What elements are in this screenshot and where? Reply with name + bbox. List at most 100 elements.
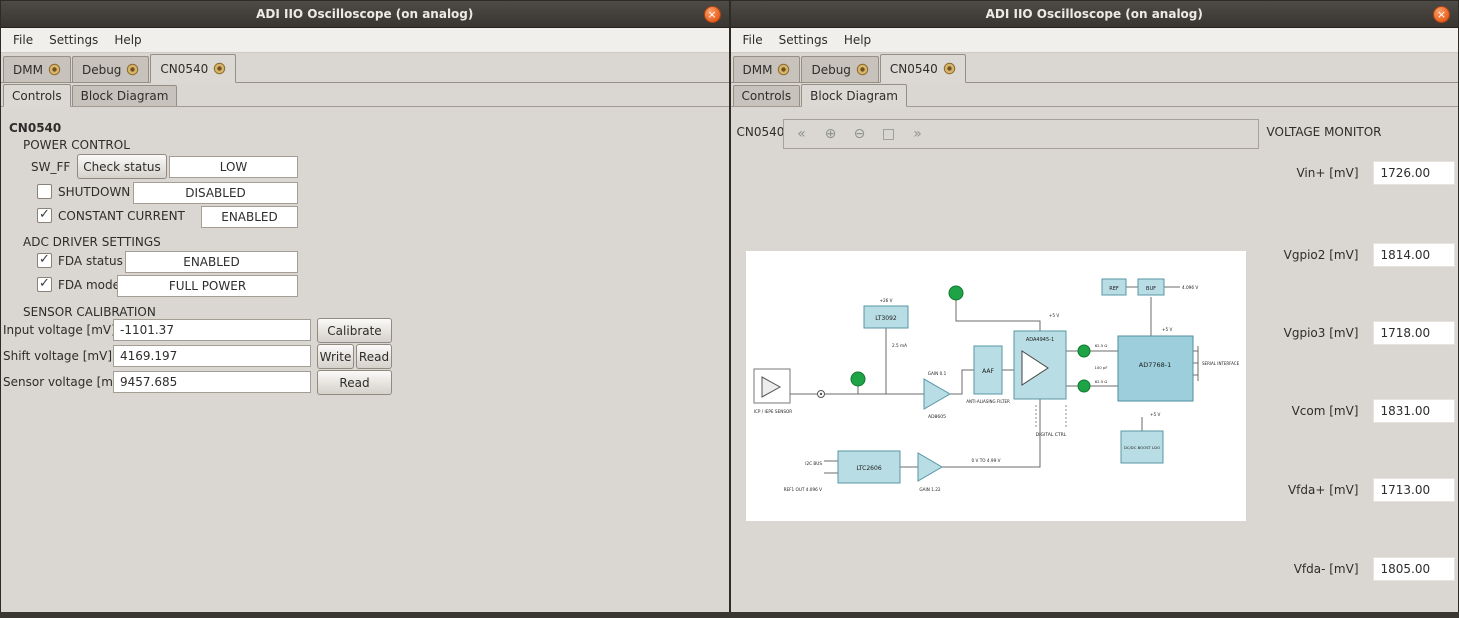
- vref-out-label: 4.096 V: [1182, 285, 1198, 290]
- sensor-voltage-label: Sensor voltage [mV]: [3, 375, 126, 389]
- menu-settings[interactable]: Settings: [771, 28, 836, 52]
- oscilloscope-tab-icon: [777, 63, 790, 76]
- ref1-out-label: REF1 OUT 4.096 V: [783, 487, 822, 492]
- shift-voltage-label: Shift voltage [mV]: [3, 349, 113, 363]
- vin-plus-label: Vin+ [mV]: [1296, 166, 1359, 180]
- vcom-value: 1831.00: [1372, 399, 1455, 423]
- diagram-toolbar: « ⊕ ⊖ □ »: [782, 119, 1259, 149]
- oscilloscope-tab-icon: [213, 62, 226, 75]
- tab-label: DMM: [13, 62, 43, 77]
- fda-mode-value-field: FULL POWER: [117, 275, 298, 297]
- write-button[interactable]: Write: [317, 344, 354, 369]
- ltc2606-block: LTC2606 I2C BUS REF1 OUT 4.096 V: [783, 450, 900, 492]
- controls-panel: CN0540 POWER CONTROL SW_FF Check status …: [1, 107, 729, 613]
- voltage-monitor-heading: VOLTAGE MONITOR: [1266, 125, 1382, 139]
- fda-mode-label: FDA mode: [58, 278, 120, 292]
- i2c-bus-label: I2C BUS: [805, 461, 822, 466]
- vgpio3-value: 1718.00: [1372, 321, 1455, 345]
- menu-file[interactable]: File: [5, 28, 41, 52]
- tab-cn0540[interactable]: CN0540: [150, 54, 237, 83]
- bottom-edge: [0, 612, 1459, 618]
- close-button[interactable]: ×: [1433, 6, 1450, 23]
- sensor-voltage-field: 9457.685: [113, 371, 311, 393]
- zoom-out-icon[interactable]: ⊖: [850, 124, 870, 144]
- view-tabs: Controls Block Diagram: [730, 83, 1458, 107]
- menu-bar: File Settings Help: [1, 28, 729, 53]
- sw-ff-value-field: LOW: [169, 156, 298, 178]
- shift-voltage-field[interactable]: 4169.197: [113, 345, 311, 367]
- menu-help[interactable]: Help: [836, 28, 879, 52]
- menu-file[interactable]: File: [735, 28, 771, 52]
- device-title: CN0540: [736, 125, 785, 139]
- ltc2606-label: LTC2606: [856, 465, 881, 472]
- plus5v-label: +5 V: [1048, 313, 1059, 318]
- calibrate-button[interactable]: Calibrate: [317, 318, 392, 343]
- zoom-fit-icon[interactable]: □: [879, 124, 899, 144]
- tab-label: CN0540: [160, 61, 209, 76]
- tab-cn0540[interactable]: CN0540: [879, 54, 966, 83]
- device-title: CN0540: [9, 121, 62, 135]
- window-left: ADI IIO Oscilloscope (on analog) × File …: [0, 0, 730, 613]
- close-button[interactable]: ×: [703, 6, 721, 23]
- sensor-read-button[interactable]: Read: [317, 370, 392, 395]
- aaf-block: AAF ANTI-ALIASING FILTER: [966, 345, 1010, 404]
- tab-debug[interactable]: Debug: [71, 56, 150, 82]
- power-control-heading: POWER CONTROL: [23, 138, 130, 152]
- plus5v-label: +5 V: [1162, 327, 1173, 332]
- tab-dmm[interactable]: DMM: [732, 56, 801, 82]
- subtab-label: Controls: [741, 89, 792, 103]
- shutdown-value-field: DISABLED: [133, 182, 298, 204]
- vgpio2-value: 1814.00: [1372, 243, 1455, 267]
- buf-label: BUF: [1146, 286, 1156, 292]
- serial-interface-label: SERIAL INTERFACE: [1202, 361, 1240, 366]
- constant-current-value-field: ENABLED: [201, 206, 298, 228]
- read-button[interactable]: Read: [356, 344, 392, 369]
- r-filter-label: 62.5 Ω: [1094, 379, 1107, 384]
- constant-current-checkbox[interactable]: [37, 207, 52, 223]
- desktop: ADI IIO Oscilloscope (on analog) × File …: [0, 0, 1459, 618]
- menu-settings[interactable]: Settings: [41, 28, 106, 52]
- window-title: ADI IIO Oscilloscope (on analog): [985, 7, 1203, 21]
- titlebar[interactable]: ADI IIO Oscilloscope (on analog) ×: [730, 1, 1458, 28]
- shutdown-checkbox[interactable]: [37, 184, 52, 199]
- zoom-start-icon[interactable]: «: [792, 124, 812, 144]
- subtab-block-diagram[interactable]: Block Diagram: [71, 85, 178, 106]
- subtab-block-diagram[interactable]: Block Diagram: [801, 84, 907, 107]
- ad8605-label: AD8605: [928, 414, 946, 420]
- tab-dmm[interactable]: DMM: [3, 56, 71, 82]
- tab-label: Debug: [81, 62, 122, 77]
- plus5v-label: +5 V: [1150, 412, 1161, 417]
- close-icon: ×: [1436, 8, 1447, 21]
- tab-label: DMM: [742, 62, 773, 77]
- zoom-end-icon[interactable]: »: [908, 124, 928, 144]
- ad8605-amp: AD8605 GAIN 0.1: [923, 371, 951, 420]
- subtab-controls[interactable]: Controls: [732, 85, 801, 106]
- tab-debug[interactable]: Debug: [801, 56, 879, 82]
- zoom-in-icon[interactable]: ⊕: [821, 124, 841, 144]
- dac-buffer-amp: GAIN 1.22 0 V TO 4.99 V: [917, 452, 1000, 492]
- device-tabs: DMM Debug CN0540: [730, 53, 1458, 83]
- oscilloscope-tab-icon: [126, 63, 139, 76]
- r-filter-label: 62.5 Ω: [1094, 343, 1107, 348]
- block-diagram-panel: CN0540 « ⊕ ⊖ □ » VOLTAGE MONITOR Vin+ [m…: [730, 107, 1458, 613]
- fda-status-checkbox[interactable]: [37, 252, 52, 268]
- vfda-plus-label: Vfda+ [mV]: [1287, 483, 1359, 497]
- window-title: ADI IIO Oscilloscope (on analog): [256, 7, 474, 21]
- subtab-controls[interactable]: Controls: [3, 84, 71, 107]
- check-status-button[interactable]: Check status: [77, 154, 167, 179]
- tab-label: CN0540: [889, 61, 938, 76]
- vin-plus-value: 1726.00: [1372, 161, 1455, 185]
- titlebar[interactable]: ADI IIO Oscilloscope (on analog) ×: [1, 1, 729, 28]
- tab-label: Debug: [811, 62, 851, 77]
- ref-buf-blocks: REF BUF 4.096 V: [1101, 278, 1198, 296]
- menu-bar: File Settings Help: [730, 28, 1458, 53]
- junction-node: [816, 390, 825, 398]
- menu-help[interactable]: Help: [106, 28, 149, 52]
- vfda-plus-value: 1713.00: [1372, 478, 1455, 502]
- filter-labels: 62.5 Ω 62.5 Ω 100 pF: [1094, 343, 1107, 384]
- fda-mode-checkbox[interactable]: [37, 276, 52, 292]
- subtab-label: Block Diagram: [810, 88, 898, 103]
- input-voltage-field[interactable]: -1101.37: [113, 319, 311, 341]
- sensor-label: ICP / IEPE SENSOR: [753, 409, 792, 414]
- subtab-label: Block Diagram: [80, 89, 169, 103]
